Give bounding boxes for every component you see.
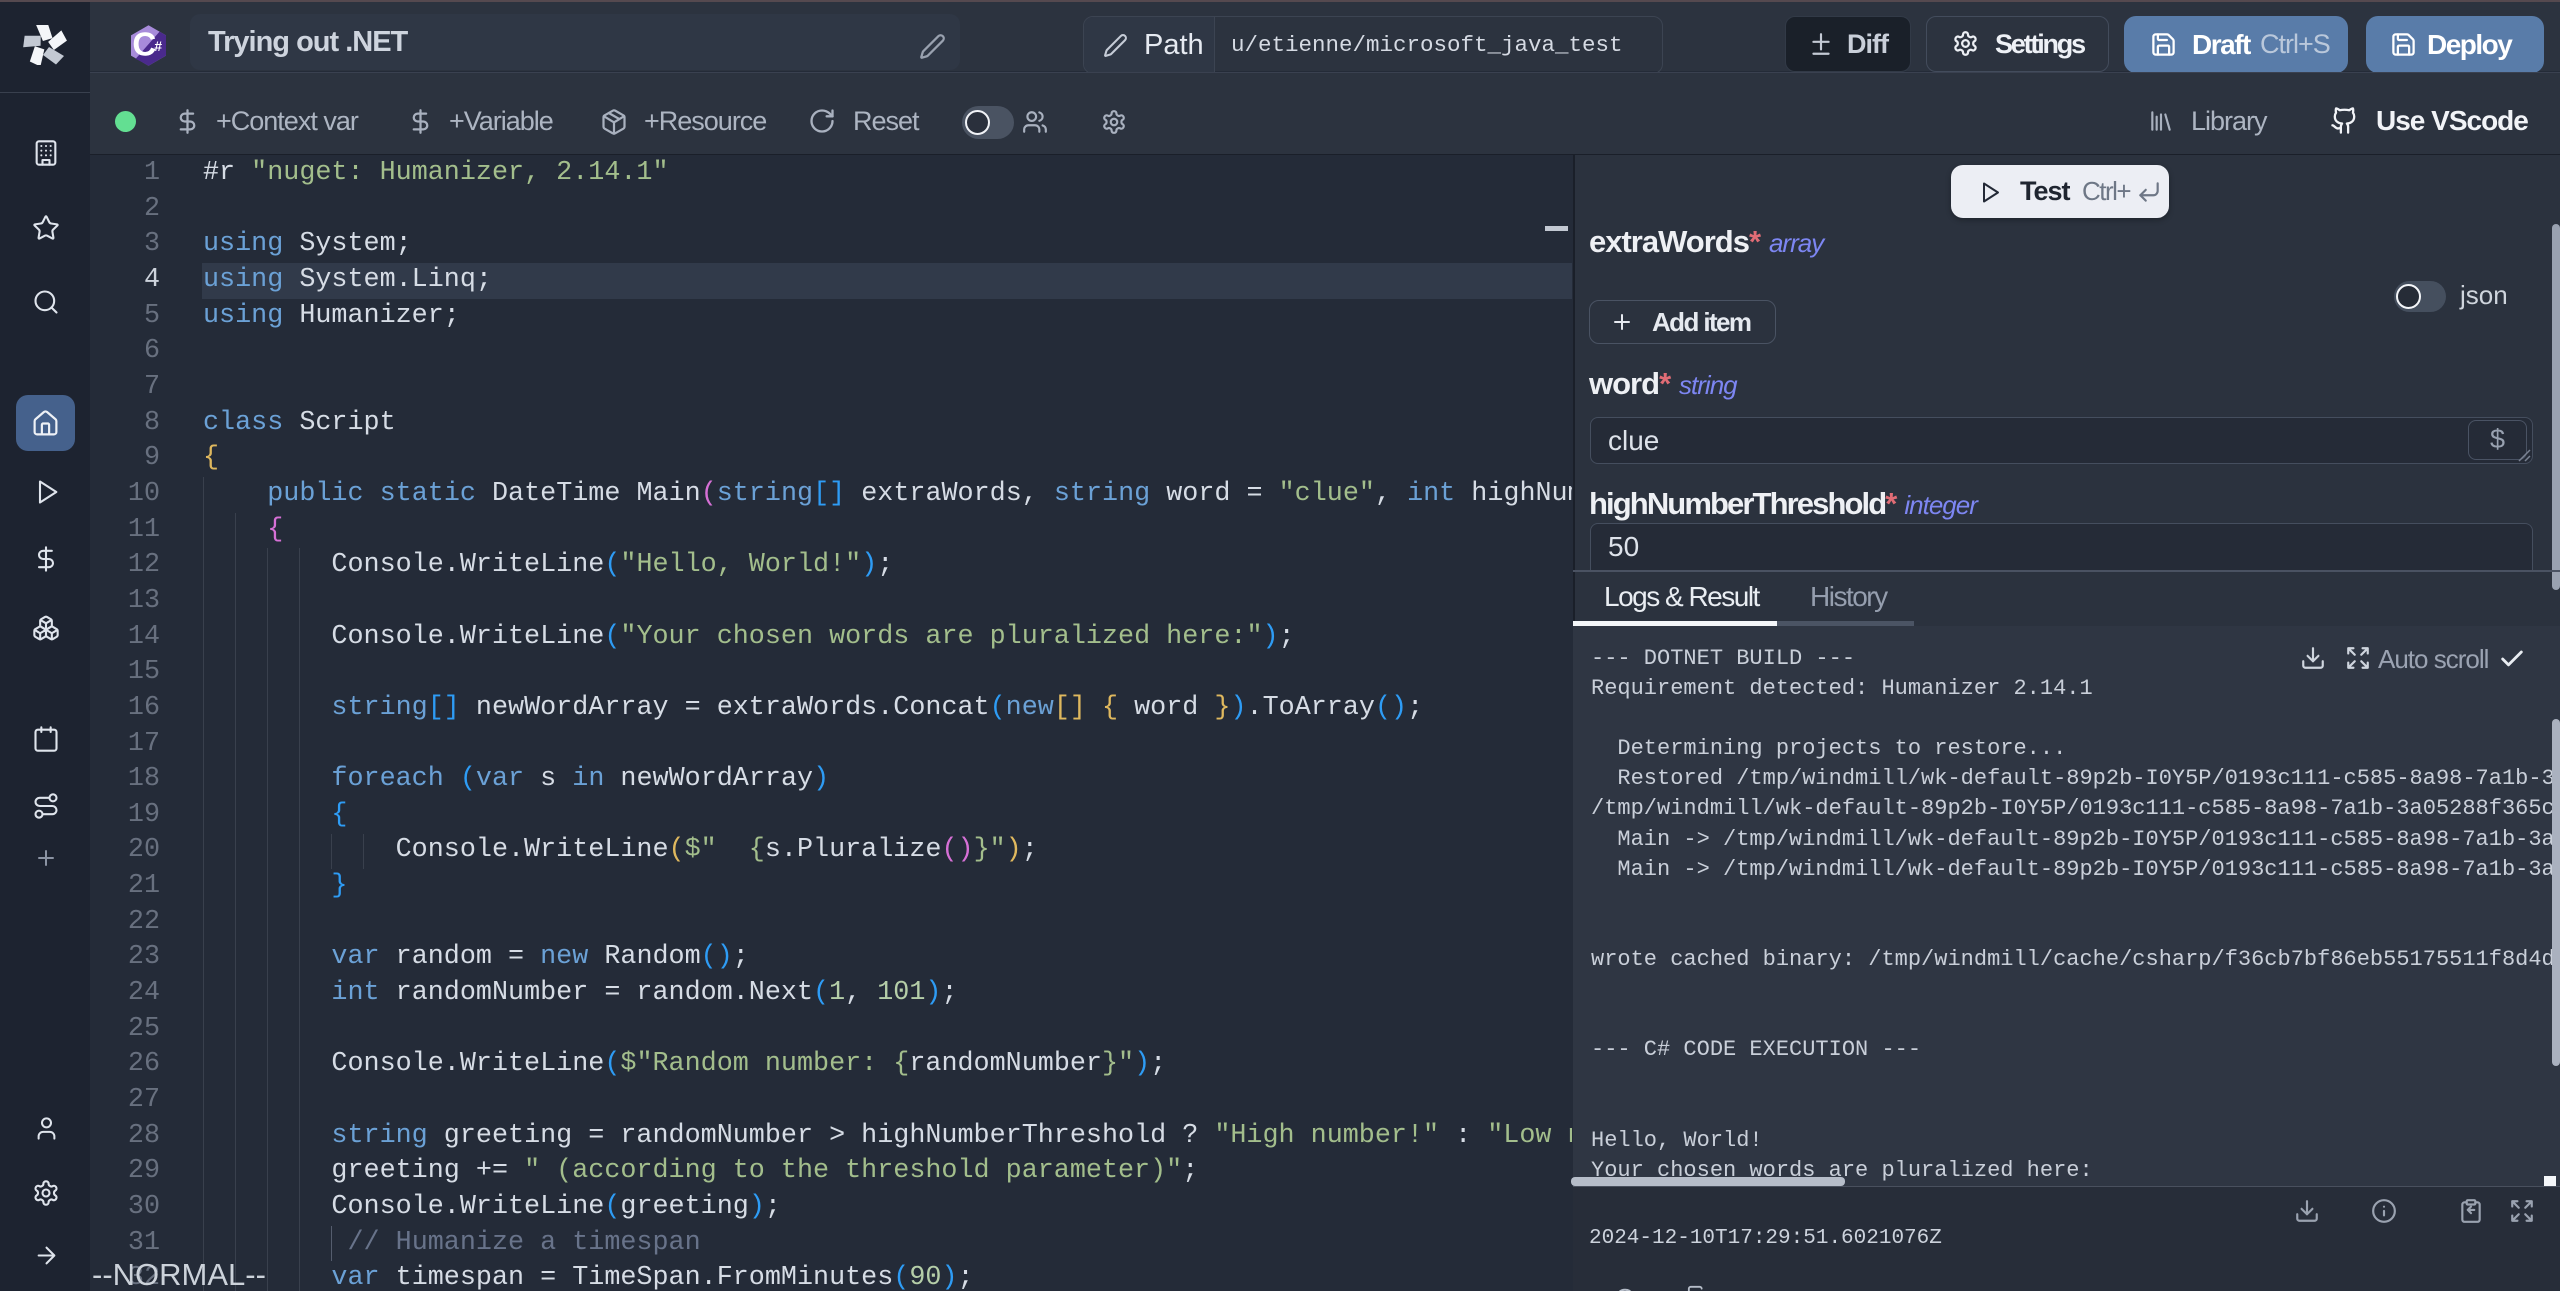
svg-text:#: # xyxy=(154,38,162,54)
svg-text:C: C xyxy=(132,27,156,64)
